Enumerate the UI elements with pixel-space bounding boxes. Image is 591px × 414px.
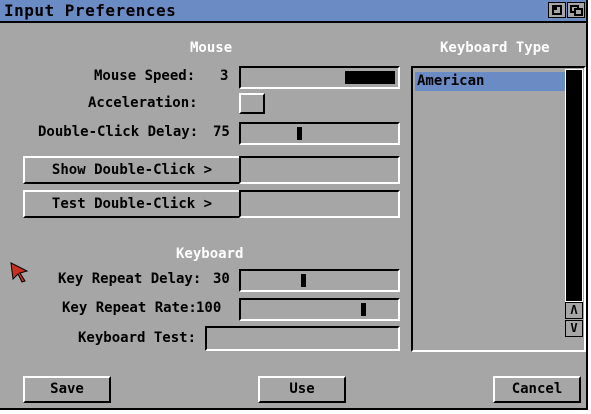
test-double-click-area bbox=[239, 190, 400, 218]
up-arrow-icon[interactable]: Λ bbox=[565, 302, 583, 319]
save-button[interactable]: Save bbox=[23, 376, 111, 403]
input-preferences-window: Input Preferences Mouse Mouse Speed: 3 A… bbox=[0, 0, 588, 410]
double-click-delay-knob[interactable] bbox=[297, 127, 302, 140]
double-click-delay-value: 75 bbox=[213, 124, 230, 140]
zoom-gadget-icon[interactable] bbox=[548, 2, 566, 18]
keyboard-test-label: Keyboard Test: bbox=[78, 330, 197, 346]
key-repeat-rate-label: Key Repeat Rate: bbox=[62, 300, 197, 316]
show-double-click-button[interactable]: Show Double-Click > bbox=[23, 156, 241, 184]
keyboard-type-header: Keyboard Type bbox=[440, 40, 550, 56]
double-click-delay-slider[interactable] bbox=[239, 122, 400, 145]
mouse-speed-knob[interactable] bbox=[345, 71, 395, 84]
keyboard-section-header: Keyboard bbox=[176, 246, 244, 262]
list-item-american[interactable]: American bbox=[415, 72, 565, 91]
window-title: Input Preferences bbox=[4, 1, 177, 20]
key-repeat-rate-slider[interactable] bbox=[239, 298, 400, 321]
keyboard-type-list[interactable]: American bbox=[411, 66, 586, 352]
mouse-pointer-icon bbox=[10, 262, 29, 283]
keyboard-type-scrollbar[interactable] bbox=[565, 69, 583, 302]
key-repeat-rate-value: 100 bbox=[196, 300, 222, 316]
mouse-speed-slider[interactable] bbox=[239, 66, 400, 89]
key-repeat-delay-slider[interactable] bbox=[239, 269, 400, 292]
show-double-click-area bbox=[239, 156, 400, 184]
use-button[interactable]: Use bbox=[258, 376, 346, 403]
mouse-speed-value: 3 bbox=[220, 68, 229, 84]
acceleration-checkbox[interactable] bbox=[239, 93, 265, 114]
depth-gadget-icon[interactable] bbox=[567, 2, 585, 18]
cancel-button[interactable]: Cancel bbox=[493, 376, 581, 403]
acceleration-label: Acceleration: bbox=[88, 95, 198, 111]
double-click-delay-label: Double-Click Delay: bbox=[38, 124, 199, 140]
test-double-click-button[interactable]: Test Double-Click > bbox=[23, 190, 241, 218]
keyboard-test-input[interactable] bbox=[205, 326, 400, 351]
key-repeat-delay-label: Key Repeat Delay: bbox=[58, 271, 202, 287]
mouse-speed-label: Mouse Speed: bbox=[94, 68, 196, 84]
title-bar[interactable]: Input Preferences bbox=[0, 0, 586, 23]
mouse-section-header: Mouse bbox=[190, 40, 233, 56]
down-arrow-icon[interactable]: V bbox=[565, 320, 583, 337]
key-repeat-delay-knob[interactable] bbox=[301, 274, 306, 287]
key-repeat-rate-knob[interactable] bbox=[361, 303, 366, 316]
key-repeat-delay-value: 30 bbox=[213, 271, 230, 287]
